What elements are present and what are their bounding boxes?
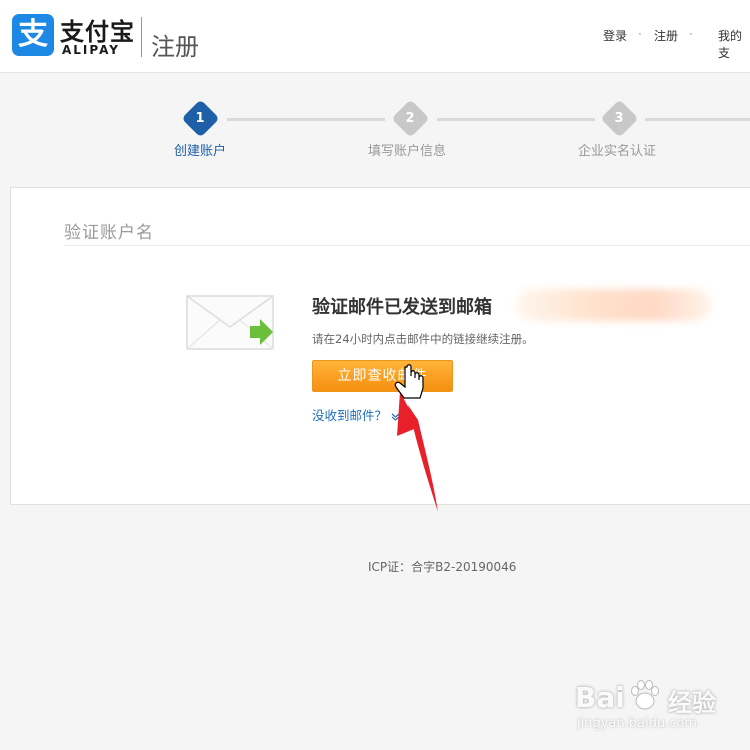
icp-license: ICP证：合字B2-20190046 [368,560,517,574]
registration-steps: 1 创建账户 2 填写账户信息 3 企业实名认证 [0,99,750,170]
step-1-label: 创建账户 [174,144,227,159]
brand-divider [141,17,142,57]
login-link[interactable]: 登录 [603,27,627,44]
brand-name: 支付宝 [60,18,135,46]
check-email-button[interactable]: 立即查收邮件 [312,360,453,392]
watermark-text: 经验 [668,689,716,717]
step-3-number: 3 [614,111,624,126]
redacted-email-address [516,289,711,321]
section-divider [64,245,750,246]
step-2-label: 填写账户信息 [368,144,447,159]
message-title: 验证邮件已发送到邮箱 [312,297,492,318]
page-title: 注册 [151,33,199,61]
no-mail-link[interactable]: 没收到邮件？ [312,405,400,424]
chevron-down-icon [391,413,400,421]
step-connector [437,118,595,121]
step-connector [227,118,385,121]
message-subtitle: 请在24小时内点击邮件中的链接继续注册。 [312,332,534,346]
register-link[interactable]: 注册 [654,27,678,44]
section-title: 验证账户名 [64,223,154,243]
no-mail-label: 没收到邮件？ [312,408,388,423]
envelope-icon [186,295,274,350]
nav-separator: · [689,27,693,41]
step-1-number: 1 [195,111,205,126]
brand-name-en: ALIPAY [62,43,120,57]
logo-char: 支 [18,17,48,52]
step-2-number: 2 [405,111,415,126]
watermark-logo: Bai [575,681,625,714]
nav-separator: · [638,27,642,41]
verify-account-panel: 验证账户名 验证邮件已发送到邮箱 请在24小时内点击邮件中的链接继续注册。 立即… [10,187,750,505]
paw-icon [631,680,659,710]
top-header: 支 支付宝 ALIPAY 注册 登录 · 注册 · 我的支 [0,0,750,73]
my-alipay-link[interactable]: 我的支 [718,27,750,61]
watermark-url: jingyan.baidu.com [577,716,697,731]
step-3-label: 企业实名认证 [578,144,657,159]
step-connector [645,118,750,121]
alipay-logo-icon[interactable]: 支 [12,14,54,56]
